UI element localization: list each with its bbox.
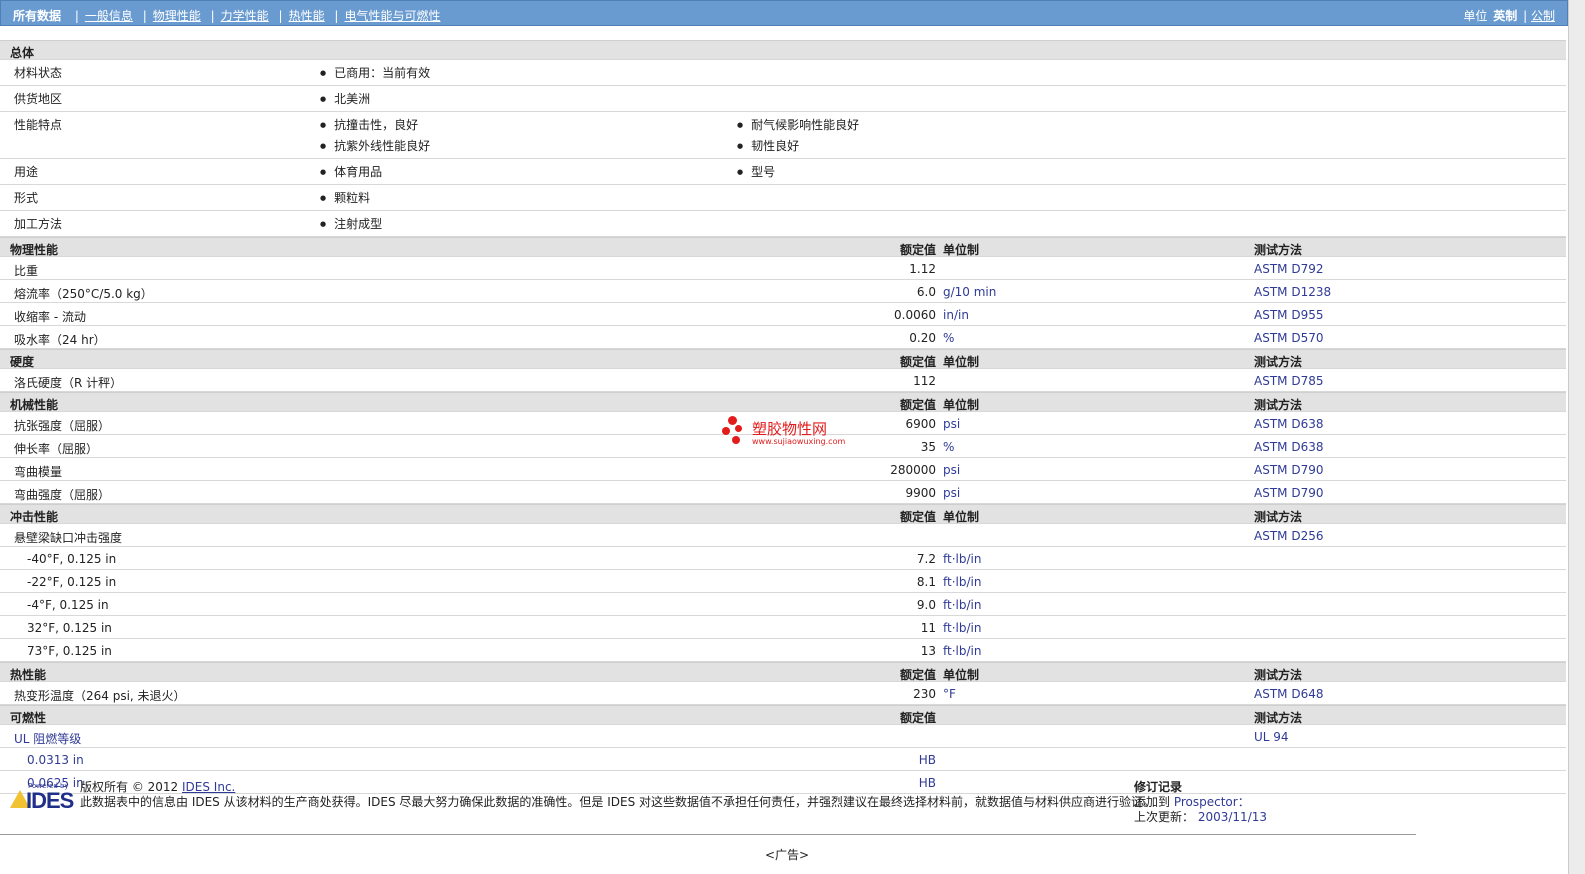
watermark-dot <box>735 425 742 432</box>
datasheet-table: 总体 材料状态 已商用：当前有效 供货地区 北美洲 性能特点 抗撞击性，良好 耐… <box>0 40 1566 794</box>
section-nav: 所有数据 | 一般信息 | 物理性能 | 力学性能 | 热性能 | 电气性能与可燃性 <box>13 9 441 23</box>
ides-logo: Powered by IDES <box>10 782 74 813</box>
test-method-link[interactable]: ASTM D790 <box>1254 486 1323 500</box>
section-header-physical: 物理性能 额定值 单位制 测试方法 <box>0 237 1566 257</box>
property-row: 比重 1.12 ASTM D792 <box>0 257 1566 280</box>
section-header-impact: 冲击性能 额定值 单位制 测试方法 <box>0 504 1566 524</box>
test-method-link[interactable]: ASTM D1238 <box>1254 285 1331 299</box>
vertical-scrollbar[interactable] <box>1568 0 1585 874</box>
nav-electrical-flammability[interactable]: 电气性能与可燃性 <box>344 9 440 23</box>
units-english: 英制 <box>1493 9 1518 23</box>
property-subrow: 32°F, 0.125 in 11 ft·lb/in <box>0 616 1566 639</box>
section-header-mechanical: 机械性能 额定值 单位制 测试方法 <box>0 392 1566 412</box>
ad-label: <广告> <box>765 848 810 862</box>
general-row: 材料状态 已商用：当前有效 <box>0 60 1566 86</box>
test-method-link[interactable]: ASTM D638 <box>1254 417 1323 431</box>
property-row: 弯曲强度（屈服） 9900 psi ASTM D790 <box>0 481 1566 504</box>
property-row: 熔流率（250°C/5.0 kg） 6.0 g/10 min ASTM D123… <box>0 280 1566 303</box>
test-method-link[interactable]: ASTM D648 <box>1254 687 1323 701</box>
test-method-link[interactable]: ASTM D256 <box>1254 529 1323 543</box>
section-header-thermal: 热性能 额定值 单位制 测试方法 <box>0 662 1566 682</box>
test-method-link[interactable]: ASTM D785 <box>1254 374 1323 388</box>
watermark-dot <box>728 416 737 425</box>
general-row: 形式 颗粒料 <box>0 185 1566 211</box>
general-row: 性能特点 抗撞击性，良好 耐气候影响性能良好 抗紫外线性能良好 韧性良好 <box>0 112 1566 159</box>
nav-general-info[interactable]: 一般信息 <box>85 9 133 23</box>
test-method-link[interactable]: UL 94 <box>1254 730 1289 744</box>
top-nav-bar: 所有数据 | 一般信息 | 物理性能 | 力学性能 | 热性能 | 电气性能与可燃性 单位… <box>0 0 1568 26</box>
test-method-link[interactable]: ASTM D792 <box>1254 262 1323 276</box>
property-row: 洛氏硬度（R 计秤） 112 ASTM D785 <box>0 369 1566 392</box>
nav-mechanical[interactable]: 力学性能 <box>221 9 269 23</box>
section-header-flammability: 可燃性 额定值 测试方法 <box>0 705 1566 725</box>
general-row: 用途 体育用品 型号 <box>0 159 1566 185</box>
units-metric-link[interactable]: 公制 <box>1531 9 1555 23</box>
property-subrow: -22°F, 0.125 in 8.1 ft·lb/in <box>0 570 1566 593</box>
property-row: 收缩率 - 流动 0.0060 in/in ASTM D955 <box>0 303 1566 326</box>
section-header-hardness: 硬度 额定值 单位制 测试方法 <box>0 349 1566 369</box>
watermark-dot <box>732 436 740 444</box>
property-row: 热变形温度（264 psi, 未退火） 230 °F ASTM D648 <box>0 682 1566 705</box>
watermark-url: www.sujiaowuxing.com <box>752 437 846 446</box>
general-row: 加工方法 注射成型 <box>0 211 1566 237</box>
footer: Powered by IDES 版权所有 © 2012 IDES Inc. 此数… <box>0 778 1416 835</box>
test-method-link[interactable]: ASTM D570 <box>1254 331 1323 345</box>
units-label: 单位 <box>1463 9 1488 23</box>
property-row: 吸水率（24 hr） 0.20 % ASTM D570 <box>0 326 1566 349</box>
property-row: 悬壁梁缺口冲击强度 ASTM D256 <box>0 524 1566 547</box>
prospector-link[interactable]: Prospector： <box>1174 795 1250 809</box>
property-subrow: -4°F, 0.125 in 9.0 ft·lb/in <box>0 593 1566 616</box>
general-row: 供货地区 北美洲 <box>0 86 1566 112</box>
disclaimer: 此数据表中的信息由 IDES 从该材料的生产商处获得。IDES 尽最大努力确保此… <box>80 795 1156 809</box>
ides-company-link[interactable]: IDES Inc. <box>182 780 235 794</box>
test-method-link[interactable]: ASTM D955 <box>1254 308 1323 322</box>
unit-switcher: 单位 英制 | 公制 <box>1463 9 1555 23</box>
nav-all-data[interactable]: 所有数据 <box>13 9 61 23</box>
watermark-dot <box>722 427 730 435</box>
test-method-link[interactable]: ASTM D638 <box>1254 440 1323 454</box>
property-row: UL 阻燃等级 UL 94 <box>0 725 1566 748</box>
nav-thermal[interactable]: 热性能 <box>289 9 325 23</box>
property-subrow: 73°F, 0.125 in 13 ft·lb/in <box>0 639 1566 662</box>
property-subrow: 0.0313 in HB <box>0 748 1566 771</box>
test-method-link[interactable]: ASTM D790 <box>1254 463 1323 477</box>
copyright-block: 版权所有 © 2012 IDES Inc. 此数据表中的信息由 IDES 从该材… <box>80 780 1156 809</box>
nav-physical[interactable]: 物理性能 <box>153 9 201 23</box>
property-row: 弯曲模量 280000 psi ASTM D790 <box>0 458 1566 481</box>
watermark-text: 塑胶物性网 <box>752 420 828 438</box>
property-subrow: -40°F, 0.125 in 7.2 ft·lb/in <box>0 547 1566 570</box>
revision-history: 修订记录 添加到 Prospector： 上次更新： 2003/11/13 <box>1134 780 1268 824</box>
section-header-general: 总体 <box>0 40 1566 60</box>
